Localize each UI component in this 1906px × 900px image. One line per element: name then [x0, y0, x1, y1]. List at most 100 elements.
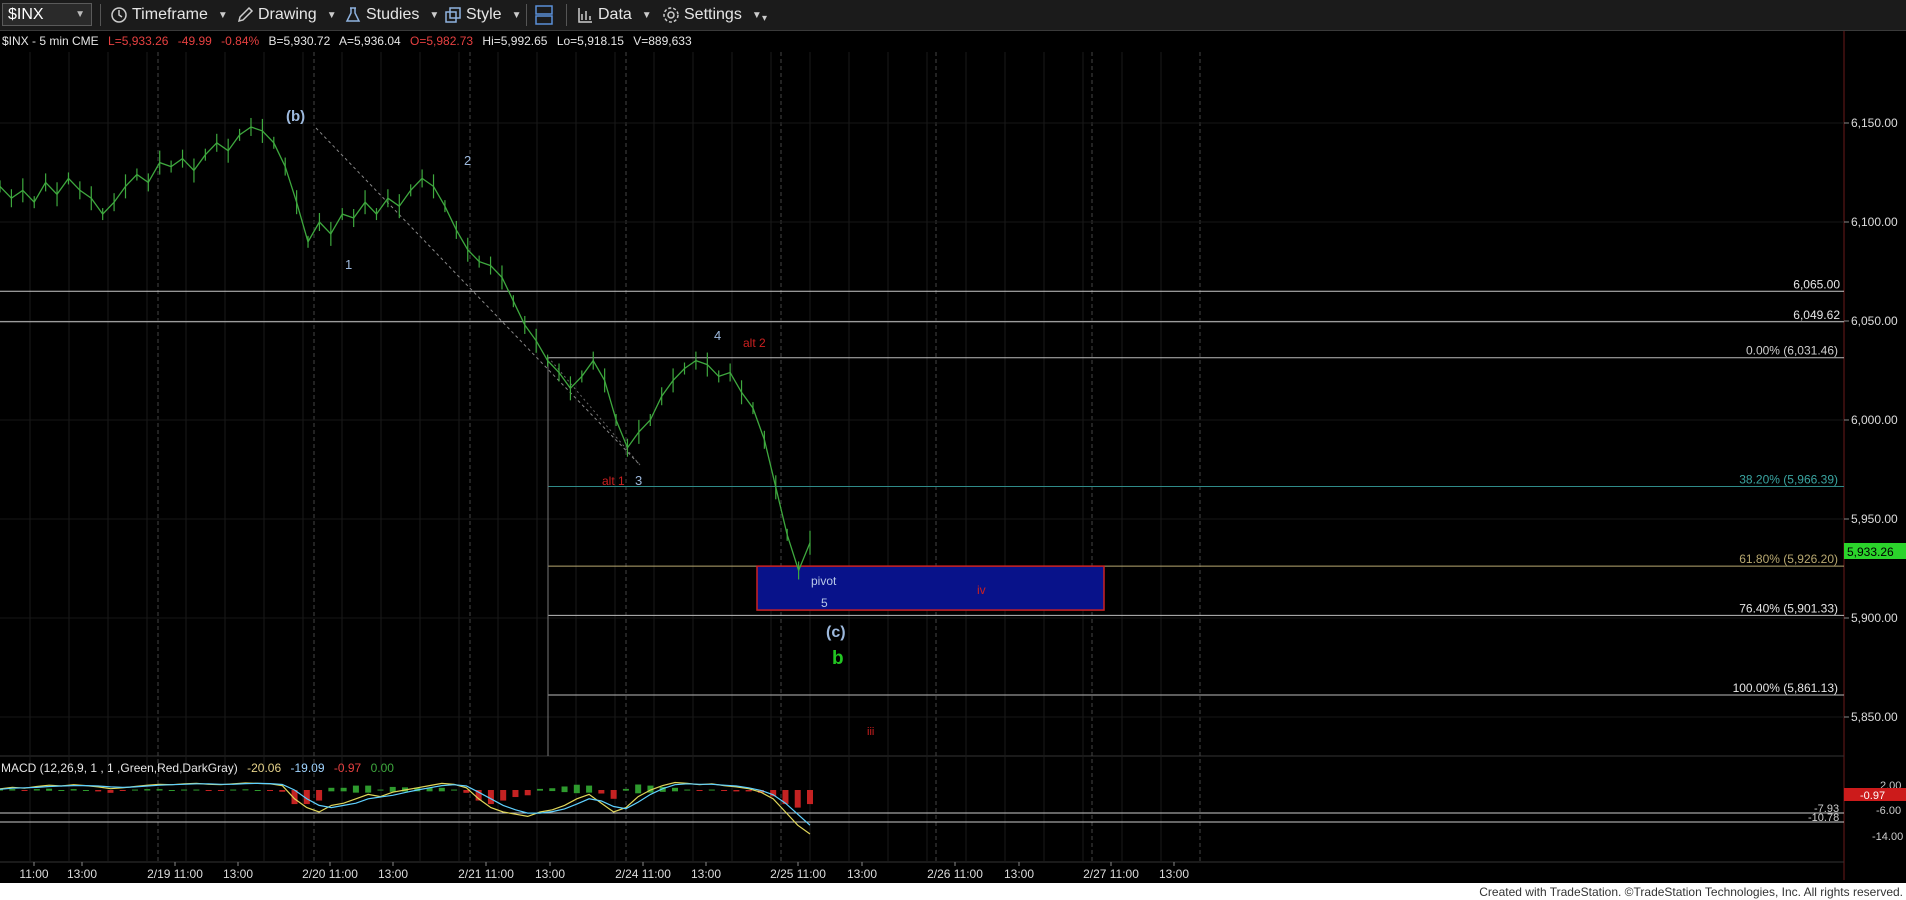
- price-chart[interactable]: $INX - 5 min CME L=5,933.26 -49.99 -0.84…: [0, 31, 1906, 900]
- style-label: Style: [466, 6, 502, 23]
- time-axis-tick-label: 2/19 11:00: [147, 867, 203, 881]
- time-axis-tick-label: 2/27 11:00: [1083, 867, 1139, 881]
- macd-histogram-bar: [586, 785, 593, 793]
- time-axis-tick-label: 13:00: [1004, 867, 1034, 881]
- last-price-info: L=5,933.26: [108, 34, 169, 48]
- style-button[interactable]: Style ▼: [444, 3, 521, 27]
- macd-histogram-bar: [316, 790, 323, 801]
- macd-histogram-bar: [205, 790, 212, 791]
- settings-label: Settings: [684, 6, 742, 23]
- macd-histogram-bar: [561, 786, 568, 793]
- drawing-label: Drawing: [258, 6, 317, 23]
- support-box[interactable]: [756, 565, 1105, 611]
- macd-histogram-bar: [672, 787, 678, 792]
- wave-label-b: (b): [286, 108, 305, 125]
- price-axis-tick-label: 5,900.00: [1851, 611, 1898, 625]
- macd-histogram-bar: [696, 790, 703, 791]
- fib-level-label: 61.80% (5,926.20): [1739, 552, 1838, 566]
- price-axis-tick-label: 6,150.00: [1851, 116, 1898, 130]
- time-axis-tick-label: 13:00: [691, 867, 721, 881]
- macd-histogram-bar: [610, 790, 617, 799]
- symbol-info: $INX - 5 min CME: [2, 34, 99, 48]
- ask-info: A=5,936.04: [339, 34, 401, 48]
- macd-value-1: -20.06: [247, 761, 281, 775]
- macd-axis-tick: -6.00: [1876, 805, 1901, 817]
- flask-icon: [345, 7, 361, 22]
- price-axis-tick-label: 6,000.00: [1851, 413, 1898, 427]
- time-axis-tick-label: 13:00: [223, 867, 253, 881]
- settings-button[interactable]: Settings ▼: [662, 3, 762, 27]
- studies-label: Studies: [366, 6, 420, 23]
- timeframe-label: Timeframe: [132, 6, 208, 23]
- macd-value-2: -19.09: [290, 761, 324, 775]
- macd-histogram-bar: [794, 790, 801, 808]
- time-axis-tick-label: 11:00: [19, 867, 48, 881]
- data-label: Data: [598, 6, 632, 23]
- macd-histogram-bar: [684, 789, 691, 791]
- macd-histogram-bar: [242, 789, 249, 791]
- time-axis-tick-label: 2/25 11:00: [770, 867, 826, 881]
- toolbar-separator: [100, 4, 101, 26]
- toolbar: $INX ▼ Timeframe ▼ Drawing ▼ Studies ▼ S…: [0, 0, 1906, 31]
- change-pct-info: -0.84%: [221, 34, 259, 48]
- macd-histogram-bar: [181, 789, 188, 791]
- time-axis: 11:00 13:00 2/19 11:00 13:00 2/20 11:00 13:00…: [19, 862, 1189, 881]
- high-info: Hi=5,992.65: [482, 34, 547, 48]
- toolbar-overflow-icon[interactable]: ▾: [762, 13, 767, 24]
- macd-histogram-bar: [389, 786, 396, 792]
- macd-histogram-bar: [524, 790, 531, 796]
- wave-label-3: 3: [635, 473, 642, 488]
- macd-histogram-bar: [438, 787, 445, 792]
- timeframe-button[interactable]: Timeframe ▼: [110, 3, 228, 27]
- chart-header: $INX - 5 min CME L=5,933.26 -49.99 -0.84…: [2, 34, 692, 48]
- time-axis-tick-label: 13:00: [67, 867, 97, 881]
- symbol-dropdown-icon[interactable]: ▼: [75, 9, 85, 20]
- horizontal-levels: 6,065.00 6,049.62: [0, 277, 1844, 323]
- pencil-icon: [237, 6, 254, 23]
- price-series-line: [0, 126, 811, 573]
- macd-histogram-bar: [377, 789, 384, 791]
- wave-label-pivot: pivot: [811, 574, 837, 588]
- wave-label-1: 1: [345, 257, 352, 272]
- studies-button[interactable]: Studies ▼: [344, 3, 439, 27]
- macd-histogram-bar: [340, 787, 347, 792]
- time-axis-tick-label: 2/20 11:00: [302, 867, 358, 881]
- open-info: O=5,982.73: [410, 34, 473, 48]
- macd-histogram-bar: [70, 789, 77, 791]
- wave-label-iv: iv: [977, 583, 986, 597]
- time-axis-tick-label: 2/26 11:00: [927, 867, 983, 881]
- macd-histogram-bar: [598, 790, 605, 794]
- macd-marker-label: -10.78: [1808, 812, 1839, 824]
- macd-histogram-bar: [217, 790, 224, 791]
- layout-button[interactable]: [534, 3, 554, 27]
- drawing-button[interactable]: Drawing ▼: [236, 3, 337, 27]
- caret-down-icon: ▼: [641, 9, 652, 21]
- macd-histogram-bar: [573, 784, 580, 794]
- price-axis-tick-label: 5,950.00: [1851, 512, 1898, 526]
- caret-down-icon: ▼: [511, 9, 522, 21]
- macd-histogram-bar: [451, 789, 458, 791]
- macd-value-4: 0.00: [371, 761, 395, 775]
- macd-histogram-bar: [254, 790, 261, 791]
- price-axis-tick-label: 6,100.00: [1851, 215, 1898, 229]
- price-axis-tick-label: 5,850.00: [1851, 710, 1898, 724]
- macd-histogram-bar: [549, 788, 556, 792]
- macd-axis-tick: -14.00: [1872, 831, 1903, 843]
- macd-histogram-bar: [33, 789, 40, 791]
- macd-histogram-bar: [807, 790, 813, 805]
- style-icon: [445, 7, 461, 23]
- caret-down-icon: ▼: [751, 9, 762, 21]
- macd-histogram-bar: [279, 790, 286, 792]
- layout-icon: [535, 5, 553, 25]
- data-button[interactable]: Data ▼: [576, 3, 652, 27]
- wave-label-b-green: b: [832, 648, 844, 669]
- symbol-input[interactable]: $INX ▼: [2, 3, 92, 26]
- macd-histogram-bar: [721, 790, 728, 791]
- macd-histogram-bar: [46, 788, 53, 791]
- wave-label-iii: iii: [867, 726, 874, 738]
- toolbar-separator: [526, 4, 527, 26]
- bid-info: B=5,930.72: [269, 34, 331, 48]
- low-info: Lo=5,918.15: [557, 34, 624, 48]
- fib-level-label: 100.00% (5,861.13): [1733, 681, 1838, 695]
- clock-icon: [111, 7, 127, 23]
